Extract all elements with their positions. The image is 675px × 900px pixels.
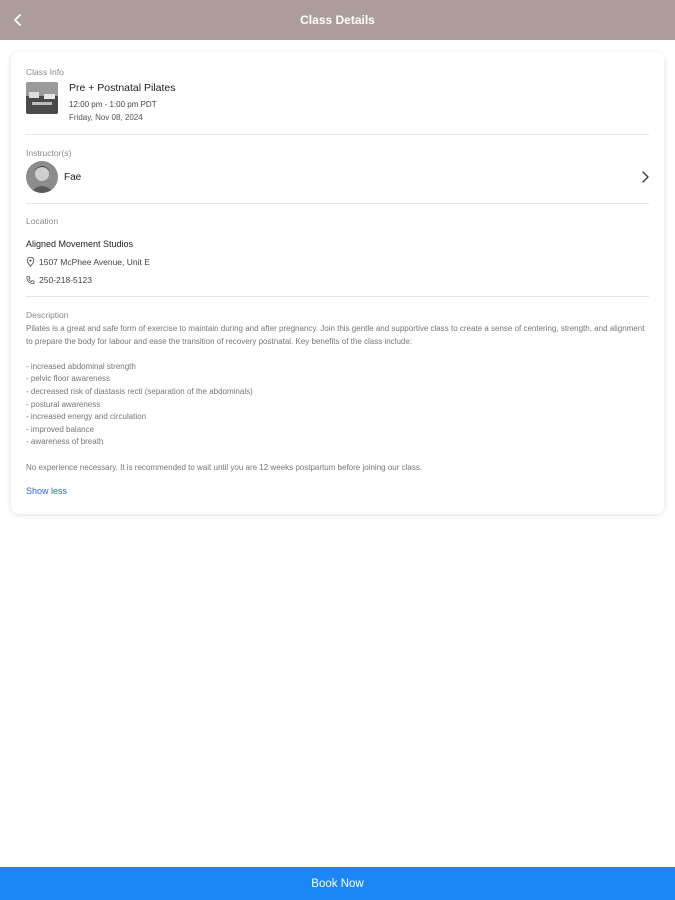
list-item: - pelvic floor awareness bbox=[26, 374, 111, 384]
description-intro: Pilates is a great and safe form of exer… bbox=[26, 324, 645, 346]
book-now-button[interactable]: Book Now bbox=[0, 867, 675, 900]
chevron-left-icon bbox=[14, 14, 21, 26]
list-item: - awareness of breath bbox=[26, 437, 104, 447]
phone-text: 250-218-5123 bbox=[39, 275, 92, 285]
list-item: - increased abdominal strength bbox=[26, 361, 136, 371]
phone-row[interactable]: 250-218-5123 bbox=[26, 275, 92, 285]
instructor-name: Fae bbox=[64, 172, 82, 183]
show-less-link[interactable]: Show less bbox=[26, 486, 67, 496]
class-date: Friday, Nov 08, 2024 bbox=[69, 113, 143, 122]
back-button[interactable] bbox=[6, 8, 30, 32]
phone-icon bbox=[26, 275, 35, 285]
divider bbox=[26, 134, 649, 135]
divider bbox=[26, 296, 649, 297]
address-row[interactable]: 1507 McPhee Avenue, Unit E bbox=[26, 257, 150, 267]
map-pin-icon bbox=[26, 257, 35, 267]
address-text: 1507 McPhee Avenue, Unit E bbox=[39, 257, 150, 267]
class-time: 12:00 pm - 1:00 pm PDT bbox=[69, 100, 157, 109]
studio-name: Aligned Movement Studios bbox=[26, 239, 134, 249]
list-item: - increased energy and circulation bbox=[26, 412, 147, 422]
description-text: Pilates is a great and safe form of exer… bbox=[26, 323, 649, 474]
class-thumbnail bbox=[26, 82, 58, 114]
avatar bbox=[26, 161, 58, 193]
description-label: Description bbox=[26, 310, 69, 320]
class-name: Pre + Postnatal Pilates bbox=[69, 82, 176, 94]
class-details-card: Class Info Pre + Postnatal Pilates 12:00… bbox=[11, 52, 664, 514]
divider bbox=[26, 203, 649, 204]
description-note: No experience necessary. It is recommend… bbox=[26, 462, 423, 472]
class-info-label: Class Info bbox=[26, 67, 64, 77]
chevron-right-icon bbox=[642, 171, 649, 183]
header-bar: Class Details bbox=[0, 0, 675, 40]
location-label: Location bbox=[26, 216, 59, 226]
instructors-label: Instructor(s) bbox=[26, 148, 72, 158]
list-item: - postural awareness bbox=[26, 399, 101, 409]
list-item: - improved balance bbox=[26, 424, 95, 434]
page-title: Class Details bbox=[300, 13, 375, 27]
list-item: - decreased risk of diastasis recti (sep… bbox=[26, 386, 253, 396]
